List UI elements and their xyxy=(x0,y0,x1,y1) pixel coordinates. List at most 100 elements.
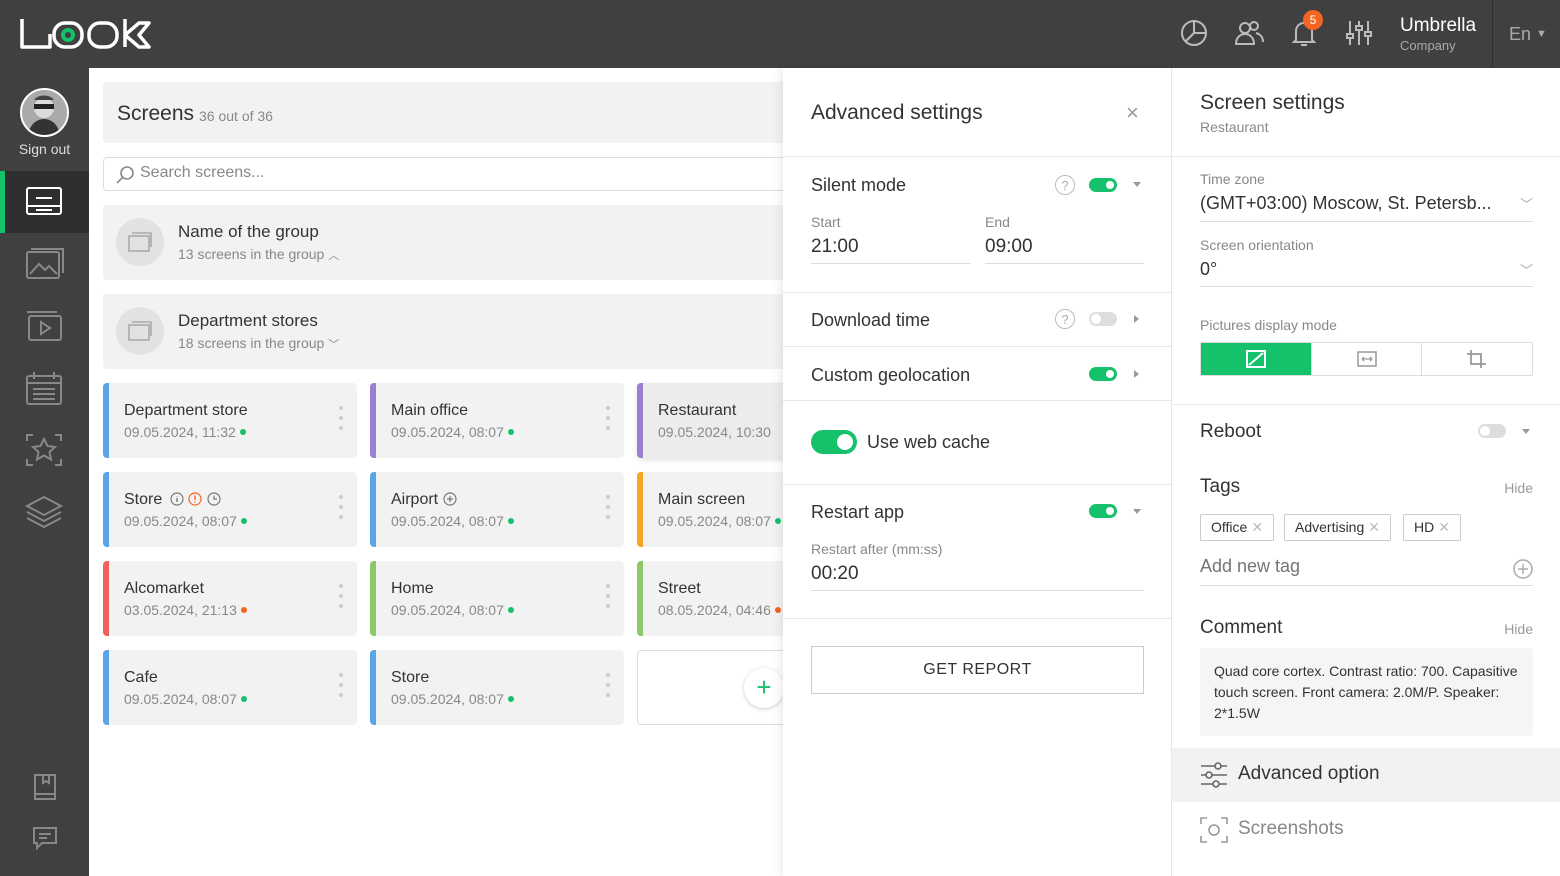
screen-card-selected[interactable]: Restaurant 09.05.2024, 10:30 xyxy=(637,383,803,458)
screen-card[interactable]: Department store 09.05.2024, 11:32 xyxy=(103,383,357,458)
status-dot xyxy=(507,429,514,435)
sidebar-item-help[interactable] xyxy=(0,768,89,808)
sign-out-link[interactable]: Sign out xyxy=(0,141,89,157)
book-icon xyxy=(34,774,56,800)
screen-card[interactable]: Cafe 09.05.2024, 08:07 xyxy=(103,650,357,725)
group-row[interactable]: Department stores 18 screens in the grou… xyxy=(103,294,803,369)
screen-card[interactable]: Home 09.05.2024, 08:07 xyxy=(370,561,624,636)
screen-name: Main screen xyxy=(658,491,746,508)
help-icon[interactable]: ? xyxy=(1055,175,1075,195)
more-icon[interactable] xyxy=(339,406,343,434)
comment-text[interactable]: Quad core cortex. Contrast ratio: 700. C… xyxy=(1200,648,1533,736)
add-screen-button[interactable]: + xyxy=(744,668,784,708)
more-icon[interactable] xyxy=(606,495,610,523)
screen-date-text: 09.05.2024, 08:07 xyxy=(391,424,504,440)
search-box[interactable] xyxy=(103,157,803,191)
advanced-settings-panel: Advanced settings × Silent mode ? Start … xyxy=(783,68,1171,876)
reboot-toggle[interactable] xyxy=(1478,424,1506,438)
comment-hide-link[interactable]: Hide xyxy=(1504,621,1533,637)
download-time-toggle[interactable] xyxy=(1089,312,1117,326)
close-icon[interactable]: ✕ xyxy=(1368,519,1380,535)
get-report-button[interactable]: GET REPORT xyxy=(811,646,1144,694)
tag-chip[interactable]: Advertising ✕ xyxy=(1284,514,1391,541)
chevron-down-icon[interactable] xyxy=(1522,429,1530,434)
silent-mode-toggle[interactable] xyxy=(1089,178,1117,192)
restart-after-field[interactable]: 00:20 xyxy=(811,563,859,585)
custom-geolocation-toggle[interactable] xyxy=(1089,367,1117,381)
field-underline xyxy=(811,590,1144,591)
add-circle-icon[interactable] xyxy=(1512,558,1534,580)
advanced-option-button[interactable]: Advanced option xyxy=(1172,748,1560,802)
tag-chip[interactable]: Office ✕ xyxy=(1200,514,1275,541)
chevron-down-icon[interactable] xyxy=(1133,509,1141,514)
tags-hide-link[interactable]: Hide xyxy=(1504,480,1533,496)
user-name[interactable]: Umbrella xyxy=(1400,15,1476,37)
more-icon[interactable] xyxy=(339,673,343,701)
panel-title: Advanced settings xyxy=(811,101,983,124)
sidebar-item-schedule[interactable] xyxy=(0,357,89,419)
chevron-right-icon[interactable] xyxy=(1134,370,1139,378)
custom-geolocation-label: Custom geolocation xyxy=(811,365,971,385)
page-title: Screens xyxy=(117,102,195,125)
close-icon[interactable]: × xyxy=(1126,100,1139,126)
help-icon[interactable]: ? xyxy=(1055,309,1075,329)
screen-date: 09.05.2024, 08:07 xyxy=(124,691,247,707)
status-dot xyxy=(240,518,247,524)
sidebar-item-playlists[interactable] xyxy=(0,295,89,357)
search-input[interactable] xyxy=(140,164,740,182)
sidebar-item-images[interactable] xyxy=(0,233,89,295)
screen-card[interactable]: Store 09.05.2024, 08:07 xyxy=(103,472,357,547)
tag-chip[interactable]: HD ✕ xyxy=(1403,514,1461,541)
field-underline xyxy=(811,263,971,264)
group-row[interactable]: Name of the group 13 screens in the grou… xyxy=(103,205,803,280)
screen-card[interactable]: Alcomarket 03.05.2024, 21:13 xyxy=(103,561,357,636)
divider xyxy=(1172,404,1560,405)
chevron-down-icon[interactable] xyxy=(1133,182,1141,187)
more-icon[interactable] xyxy=(339,495,343,523)
reboot-label: Reboot xyxy=(1200,421,1262,442)
chevron-down-icon[interactable]: ﹀ xyxy=(1520,194,1533,213)
display-mode-fit[interactable] xyxy=(1312,343,1423,375)
chevron-down-icon[interactable]: ﹀ xyxy=(328,339,339,351)
chevron-up-icon[interactable]: ︿ xyxy=(328,250,339,262)
screenshots-button[interactable]: Screenshots xyxy=(1172,803,1560,857)
display-mode-crop[interactable] xyxy=(1422,343,1532,375)
sidebar-item-chat[interactable] xyxy=(0,820,89,860)
field-underline xyxy=(1200,286,1533,287)
more-icon[interactable] xyxy=(606,584,610,612)
chevron-right-icon[interactable] xyxy=(1134,315,1139,323)
analytics-icon[interactable] xyxy=(1177,16,1211,50)
screen-card[interactable]: Street 08.05.2024, 04:46 xyxy=(637,561,803,636)
close-icon[interactable]: ✕ xyxy=(1251,519,1263,535)
end-time-field[interactable]: 09:00 xyxy=(985,236,1033,258)
sidebar-item-screens[interactable] xyxy=(0,171,89,233)
plus-icon: + xyxy=(756,672,772,702)
more-icon[interactable] xyxy=(339,584,343,612)
fit-width-icon xyxy=(1356,351,1377,367)
screen-card[interactable]: Main screen 09.05.2024, 08:07 xyxy=(637,472,803,547)
avatar[interactable] xyxy=(20,88,69,137)
add-tag-input[interactable] xyxy=(1200,556,1500,577)
users-icon[interactable] xyxy=(1232,16,1266,50)
chevron-down-icon[interactable]: ﹀ xyxy=(1520,260,1533,279)
web-cache-toggle[interactable] xyxy=(811,430,857,454)
screen-name: Restaurant xyxy=(658,402,737,419)
tag-label: Office xyxy=(1211,519,1248,535)
language-select[interactable]: En ▼ xyxy=(1509,24,1547,45)
screen-card[interactable]: Store 09.05.2024, 08:07 xyxy=(370,650,624,725)
more-icon[interactable] xyxy=(606,406,610,434)
orientation-select[interactable]: 0° xyxy=(1200,259,1217,280)
close-icon[interactable]: ✕ xyxy=(1438,519,1450,535)
display-mode-stretch[interactable] xyxy=(1201,343,1312,375)
restart-app-toggle[interactable] xyxy=(1089,504,1117,518)
sidebar-item-layers[interactable] xyxy=(0,481,89,543)
start-time-field[interactable]: 21:00 xyxy=(811,236,859,258)
more-icon[interactable] xyxy=(606,673,610,701)
timezone-select[interactable]: (GMT+03:00) Moscow, St. Petersb... xyxy=(1200,193,1492,214)
sliders-icon[interactable] xyxy=(1342,16,1376,50)
look-logo[interactable] xyxy=(19,16,159,52)
favorites-icon xyxy=(26,434,62,466)
sidebar-item-favorites[interactable] xyxy=(0,419,89,481)
screen-card[interactable]: Airport 09.05.2024, 08:07 xyxy=(370,472,624,547)
screen-card[interactable]: Main office 09.05.2024, 08:07 xyxy=(370,383,624,458)
